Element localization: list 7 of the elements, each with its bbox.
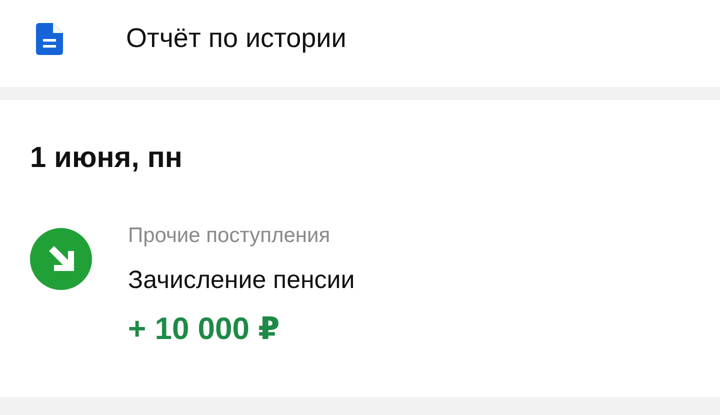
report-label: Отчёт по истории: [126, 23, 346, 54]
transaction-category: Прочие поступления: [128, 223, 332, 249]
date-heading: 1 июня, пн: [30, 141, 184, 176]
transaction-amount: + 10 000 ₽: [128, 310, 281, 348]
report-link[interactable]: Отчёт по истории: [0, 0, 720, 87]
transaction-title: Зачисление пенсии: [128, 265, 355, 296]
document-icon: [36, 22, 63, 54]
